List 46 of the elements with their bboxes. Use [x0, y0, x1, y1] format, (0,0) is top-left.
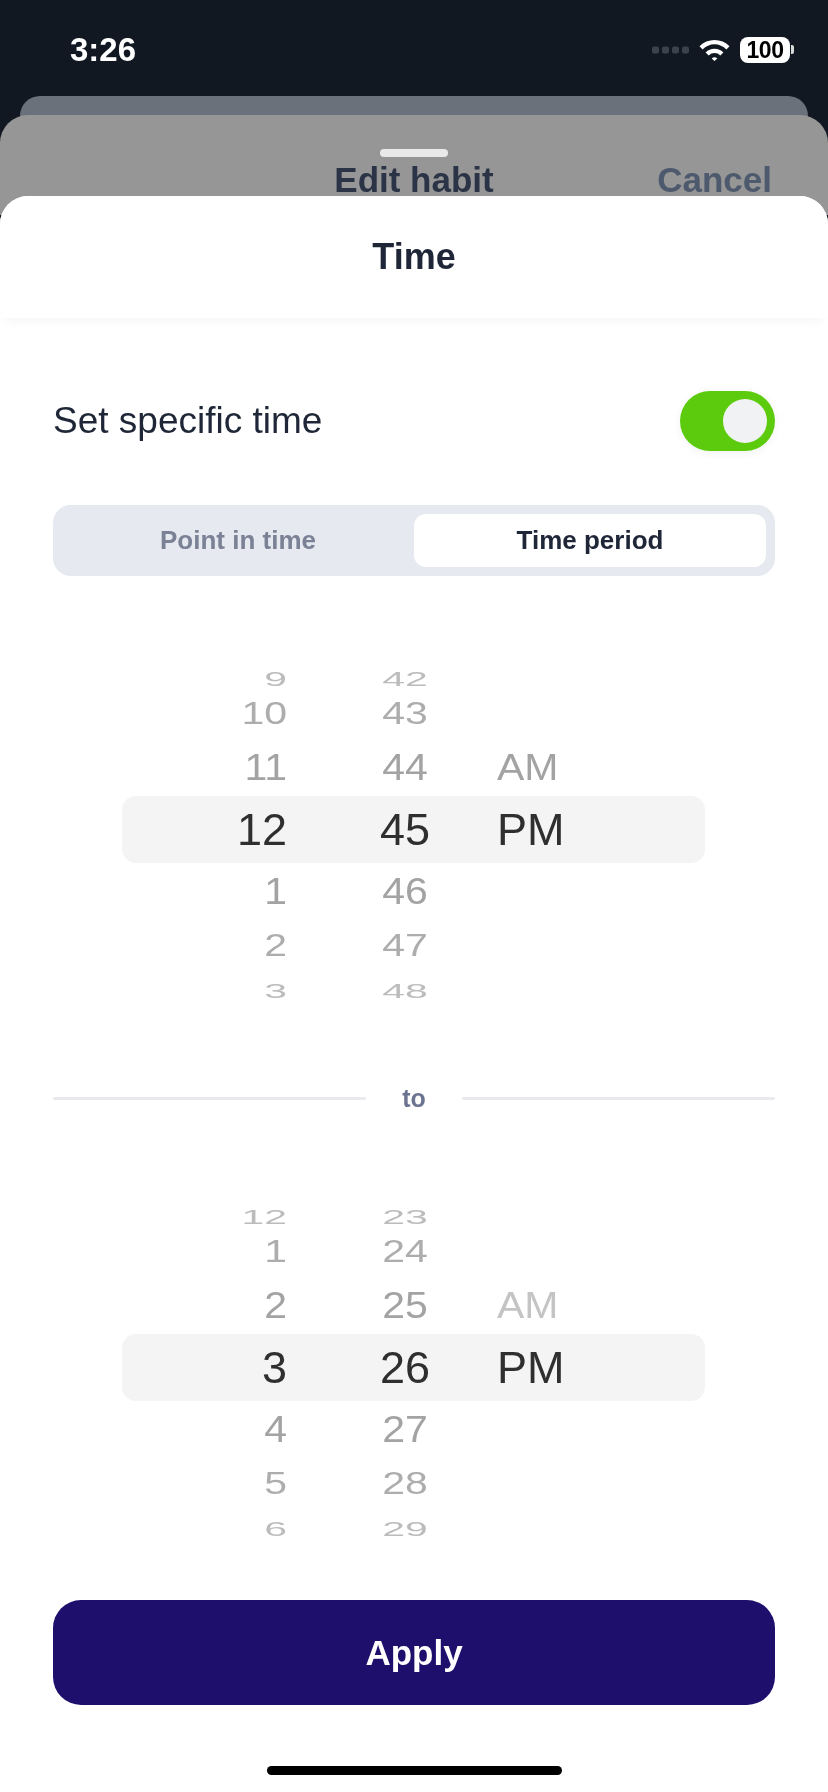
minute-option[interactable]: 42 — [382, 669, 428, 690]
hour-option[interactable]: 12 — [241, 1207, 287, 1228]
minute-option[interactable]: 23 — [382, 1207, 428, 1228]
period-option[interactable]: AM — [497, 1287, 559, 1324]
hour-option[interactable]: 4 — [264, 1411, 287, 1448]
status-time: 3:26 — [70, 33, 137, 66]
toggle-switch[interactable] — [680, 391, 775, 451]
hour-option[interactable]: 1 — [264, 1236, 287, 1267]
sheet-title: Time — [372, 236, 456, 278]
mode-tab[interactable]: Point in time — [62, 514, 414, 567]
cancel-button[interactable]: Cancel — [657, 160, 772, 200]
minute-option[interactable]: 27 — [382, 1411, 428, 1448]
period-option[interactable]: AM — [497, 749, 559, 786]
minute-option[interactable]: 28 — [382, 1468, 428, 1499]
wifi-icon — [699, 38, 730, 61]
minute-option[interactable]: 29 — [382, 1519, 428, 1540]
apply-button[interactable]: Apply — [53, 1600, 775, 1705]
hour-option[interactable]: 1 — [264, 873, 287, 910]
minute-option[interactable]: 43 — [382, 698, 428, 729]
drag-handle[interactable] — [380, 149, 448, 157]
hour-option[interactable]: 10 — [241, 698, 287, 729]
minute-option[interactable]: 45 — [379, 807, 431, 852]
minute-option[interactable]: 48 — [382, 981, 428, 1002]
minute-option[interactable]: 24 — [382, 1236, 428, 1267]
hour-option[interactable]: 5 — [264, 1468, 287, 1499]
period-option[interactable]: PM — [497, 807, 565, 852]
minute-option[interactable]: 47 — [382, 930, 428, 961]
hour-option[interactable]: 3 — [264, 981, 287, 1002]
parent-sheet-title: Edit habit — [334, 160, 494, 200]
setting-label: Set specific time — [53, 399, 323, 443]
hour-option[interactable]: 6 — [264, 1519, 287, 1540]
battery-percentage: 100 — [740, 36, 790, 63]
minute-option[interactable]: 25 — [382, 1287, 428, 1324]
mode-tab[interactable]: Time period — [414, 514, 766, 567]
minute-option[interactable]: 26 — [379, 1345, 431, 1390]
separator-label: to — [402, 1085, 426, 1111]
cellular-signal-icon — [652, 45, 689, 54]
hour-option[interactable]: 2 — [264, 1287, 287, 1324]
hour-option[interactable]: 11 — [244, 749, 287, 786]
period-option[interactable]: PM — [497, 1345, 565, 1390]
hour-option[interactable]: 2 — [264, 930, 287, 961]
minute-option[interactable]: 44 — [382, 749, 428, 786]
minute-option[interactable]: 46 — [382, 873, 428, 910]
hour-option[interactable]: 3 — [261, 1345, 287, 1390]
hour-option[interactable]: 9 — [264, 669, 287, 690]
hour-option[interactable]: 12 — [236, 807, 287, 852]
